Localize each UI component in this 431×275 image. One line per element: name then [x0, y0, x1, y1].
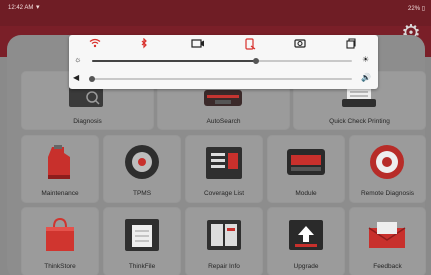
tile-remote-diagnosis[interactable]: Remote Diagnosis — [350, 136, 425, 202]
tile-module[interactable]: Module — [268, 136, 344, 202]
tile-label: Feedback — [373, 263, 402, 270]
tile-label: AutoSearch — [206, 118, 241, 125]
coverage-list-icon — [206, 147, 242, 179]
thinkfile-icon — [125, 219, 159, 251]
thinkstore-bag-icon — [46, 217, 74, 251]
diagnosis-icon — [69, 87, 103, 107]
volume-high-icon: 🔊 — [361, 73, 371, 82]
rotation-lock-icon[interactable] — [243, 38, 257, 50]
module-icon — [287, 149, 325, 175]
upgrade-icon — [289, 220, 323, 250]
status-time: 12:42 AM — [8, 5, 34, 11]
screen: 12:42 AM ▾ 22% ▯ ⚙ Diagnosis AutoSearch … — [0, 0, 431, 275]
remote-diagnosis-icon — [370, 145, 404, 179]
brightness-track[interactable] — [92, 58, 352, 64]
bluetooth-toggle-icon[interactable] — [137, 37, 151, 50]
tile-tpms[interactable]: TPMS — [104, 136, 180, 202]
maintenance-icon — [48, 145, 70, 179]
screen-record-icon[interactable] — [191, 38, 205, 50]
tile-label: Coverage List — [203, 190, 245, 197]
tile-thinkfile[interactable]: ThinkFile — [104, 208, 180, 275]
tile-label: ThinkStore — [44, 263, 76, 270]
brightness-fill — [92, 60, 256, 62]
volume-slider[interactable]: ◀ 🔊 — [69, 72, 378, 86]
tile-label: TPMS — [132, 190, 152, 197]
tile-label: Maintenance — [41, 190, 79, 197]
copy-clipboard-icon[interactable] — [344, 38, 358, 50]
quick-settings-panel: ☼ ☀ ◀ 🔊 — [69, 35, 378, 89]
tile-label: Quick Check Printing — [329, 118, 390, 125]
autosearch-icon — [204, 90, 242, 106]
tile-upgrade[interactable]: Upgrade — [268, 208, 344, 275]
status-battery: 22% ▯ — [408, 6, 425, 12]
tile-label: ThinkFile — [128, 263, 156, 270]
tile-label: Upgrade — [293, 263, 319, 270]
volume-track[interactable] — [89, 76, 352, 82]
tpms-tire-icon — [125, 145, 159, 179]
tile-label: Module — [295, 190, 317, 197]
volume-thumb[interactable] — [89, 76, 95, 82]
tile-coverage-list[interactable]: Coverage List — [186, 136, 262, 202]
brightness-high-icon: ☀ — [362, 55, 370, 64]
tile-maintenance[interactable]: Maintenance — [22, 136, 98, 202]
tile-repair-info[interactable]: Repair Info — [186, 208, 262, 275]
feedback-mail-icon — [368, 222, 406, 248]
screenshot-camera-icon[interactable] — [293, 38, 307, 50]
volume-low-icon: ◀ — [73, 73, 80, 82]
repair-info-book-icon — [207, 220, 241, 250]
tile-label: Repair Info — [208, 263, 240, 270]
tile-label: Remote Diagnosis — [360, 190, 415, 197]
quick-check-printing-icon — [342, 87, 376, 107]
status-wifi-icon: ▾ — [36, 4, 40, 11]
status-bar: 12:42 AM ▾ 22% ▯ — [0, 0, 431, 26]
wifi-toggle-icon[interactable] — [88, 38, 102, 50]
tile-label: Diagnosis — [73, 118, 102, 125]
brightness-slider[interactable]: ☼ ☀ — [69, 54, 378, 68]
tile-thinkstore[interactable]: ThinkStore — [22, 208, 98, 275]
brightness-low-icon: ☼ — [74, 55, 82, 64]
tile-feedback[interactable]: Feedback — [350, 208, 425, 275]
brightness-thumb[interactable] — [252, 58, 259, 64]
